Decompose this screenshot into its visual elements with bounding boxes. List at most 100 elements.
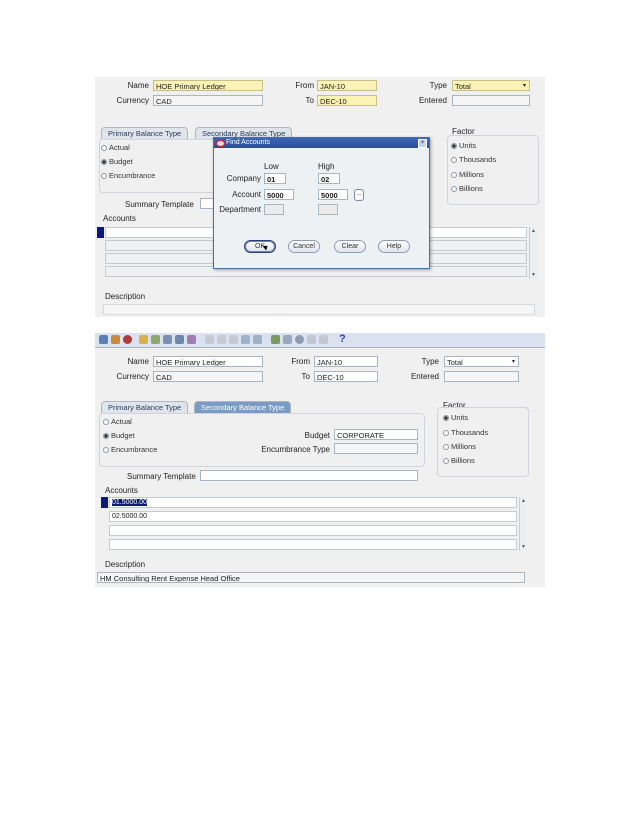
currency-field[interactable]: CAD — [153, 95, 263, 106]
account-code: 01.5000.00 — [112, 499, 148, 506]
type-select[interactable]: Total ▾ — [444, 356, 519, 367]
dialog-titlebar: Find Accounts × — [214, 138, 429, 148]
help-icon[interactable]: ? — [339, 333, 346, 345]
type-select[interactable]: Total ▾ — [452, 80, 530, 91]
scroll-down-icon[interactable]: ▼ — [531, 272, 536, 278]
radio-dot-selected — [103, 433, 109, 439]
tab-primary-balance-type[interactable]: Primary Balance Type — [101, 127, 189, 139]
clear-button[interactable]: Clear — [334, 240, 366, 253]
department-high-field[interactable] — [318, 204, 338, 215]
tab-primary-balance-type[interactable]: Primary Balance Type — [101, 401, 189, 413]
department-low-field[interactable] — [264, 204, 284, 215]
cut-icon[interactable] — [205, 335, 214, 344]
chevron-down-icon[interactable]: ▾ — [523, 81, 526, 90]
folder-tools-icon[interactable] — [319, 335, 328, 344]
accounts-row[interactable] — [109, 539, 517, 550]
close-form-icon[interactable] — [175, 335, 184, 344]
company-low-field[interactable]: 01 — [264, 173, 286, 184]
chevron-down-icon[interactable]: ▾ — [512, 357, 515, 366]
radio-millions-label: Millions — [451, 442, 477, 451]
scroll-up-icon[interactable]: ▲ — [531, 228, 536, 234]
save-icon[interactable] — [151, 335, 160, 344]
stop-icon[interactable] — [123, 335, 132, 344]
copy-icon[interactable] — [217, 335, 226, 344]
radio-actual[interactable]: Actual — [101, 143, 130, 152]
radio-budget[interactable]: Budget — [103, 431, 135, 440]
edit-field-icon[interactable] — [271, 335, 280, 344]
name-field[interactable]: HOE Primary Ledger — [153, 356, 263, 367]
encumbrance-type-field[interactable] — [334, 443, 418, 454]
accounts-row[interactable]: 02.5000.00 — [109, 511, 517, 522]
radio-units-label: Units — [451, 413, 469, 422]
accounts-scrollbar[interactable]: ▲ ▼ — [519, 497, 527, 551]
summary-template-field[interactable] — [200, 470, 418, 481]
name-field[interactable]: HOE Primary Ledger — [153, 80, 263, 91]
radio-budget[interactable]: Budget — [101, 157, 133, 166]
low-label: Low — [264, 162, 279, 171]
description-field[interactable] — [103, 304, 535, 315]
to-field[interactable]: DEC-10 — [314, 371, 378, 382]
cancel-button[interactable]: Cancel — [288, 240, 320, 253]
radio-budget-label: Budget — [111, 431, 135, 440]
accounts-row[interactable]: 01.5000.00 — [109, 497, 517, 508]
radio-encumbrance[interactable]: Encumbrance — [101, 171, 155, 180]
radio-encumbrance-label: Encumbrance — [109, 171, 156, 180]
currency-label: Currency — [116, 96, 149, 105]
list-of-values-icon[interactable]: … — [354, 189, 364, 201]
scroll-down-icon[interactable]: ▼ — [521, 544, 526, 550]
translation-icon[interactable] — [295, 335, 304, 344]
from-label: From — [291, 357, 310, 366]
radio-dot — [101, 173, 107, 179]
zoom-icon[interactable] — [283, 335, 292, 344]
account-low-field[interactable]: 5000 — [264, 189, 294, 200]
find-icon[interactable] — [111, 335, 120, 344]
from-field[interactable]: JAN-10 — [314, 356, 378, 367]
attachments-icon[interactable] — [307, 335, 316, 344]
folder-icon[interactable] — [139, 335, 148, 344]
paste-icon[interactable] — [229, 335, 238, 344]
radio-actual[interactable]: Actual — [103, 417, 132, 426]
close-icon[interactable]: × — [418, 139, 427, 148]
radio-thousands[interactable]: Thousands — [451, 155, 496, 164]
current-record-indicator[interactable] — [101, 497, 108, 508]
delete-icon[interactable] — [253, 335, 262, 344]
description-label: Description — [105, 560, 146, 569]
currency-field[interactable]: CAD — [153, 371, 263, 382]
radio-encumbrance[interactable]: Encumbrance — [103, 445, 157, 454]
scroll-up-icon[interactable]: ▲ — [521, 498, 526, 504]
radio-dot — [443, 444, 449, 450]
company-high-field[interactable]: 02 — [318, 173, 340, 184]
screenshot-account-inquiry: ? Name HOE Primary Ledger Currency CAD F… — [95, 333, 545, 587]
accounts-scrollbar[interactable]: ▲ ▼ — [529, 227, 537, 279]
radio-billions[interactable]: Billions — [451, 184, 483, 193]
high-label: High — [318, 162, 335, 171]
type-label: Type — [421, 357, 439, 366]
radio-millions[interactable]: Millions — [443, 442, 476, 451]
radio-billions[interactable]: Billions — [443, 456, 475, 465]
accounts-row[interactable] — [109, 525, 517, 536]
description-field[interactable]: HM Consulting Rent Expense Head Office — [97, 572, 525, 583]
radio-millions[interactable]: Millions — [451, 170, 484, 179]
clear-record-icon[interactable] — [241, 335, 250, 344]
tab-secondary-balance-type[interactable]: Secondary Balance Type — [194, 401, 292, 413]
new-icon[interactable] — [99, 335, 108, 344]
help-button[interactable]: Help — [378, 240, 410, 253]
from-field[interactable]: JAN-10 — [317, 80, 377, 91]
radio-units[interactable]: Units — [451, 141, 476, 150]
radio-budget-label: Budget — [109, 157, 133, 166]
ok-button[interactable]: OK — [244, 240, 276, 253]
print-icon[interactable] — [163, 335, 172, 344]
radio-units[interactable]: Units — [443, 413, 468, 422]
radio-thousands[interactable]: Thousands — [443, 428, 488, 437]
to-field[interactable]: DEC-10 — [317, 95, 377, 106]
currency-label: Currency — [116, 372, 149, 381]
summary-template-field[interactable] — [200, 198, 214, 209]
current-record-indicator[interactable] — [97, 227, 104, 238]
entered-field[interactable] — [452, 95, 530, 106]
navigator-icon[interactable] — [187, 335, 196, 344]
radio-actual-label: Actual — [109, 143, 130, 152]
entered-field[interactable] — [444, 371, 519, 382]
budget-field[interactable]: CORPORATE — [334, 429, 418, 440]
account-high-field[interactable]: 5000 — [318, 189, 348, 200]
screenshot-find-accounts: Name HOE Primary Ledger Currency CAD Fro… — [95, 77, 545, 317]
